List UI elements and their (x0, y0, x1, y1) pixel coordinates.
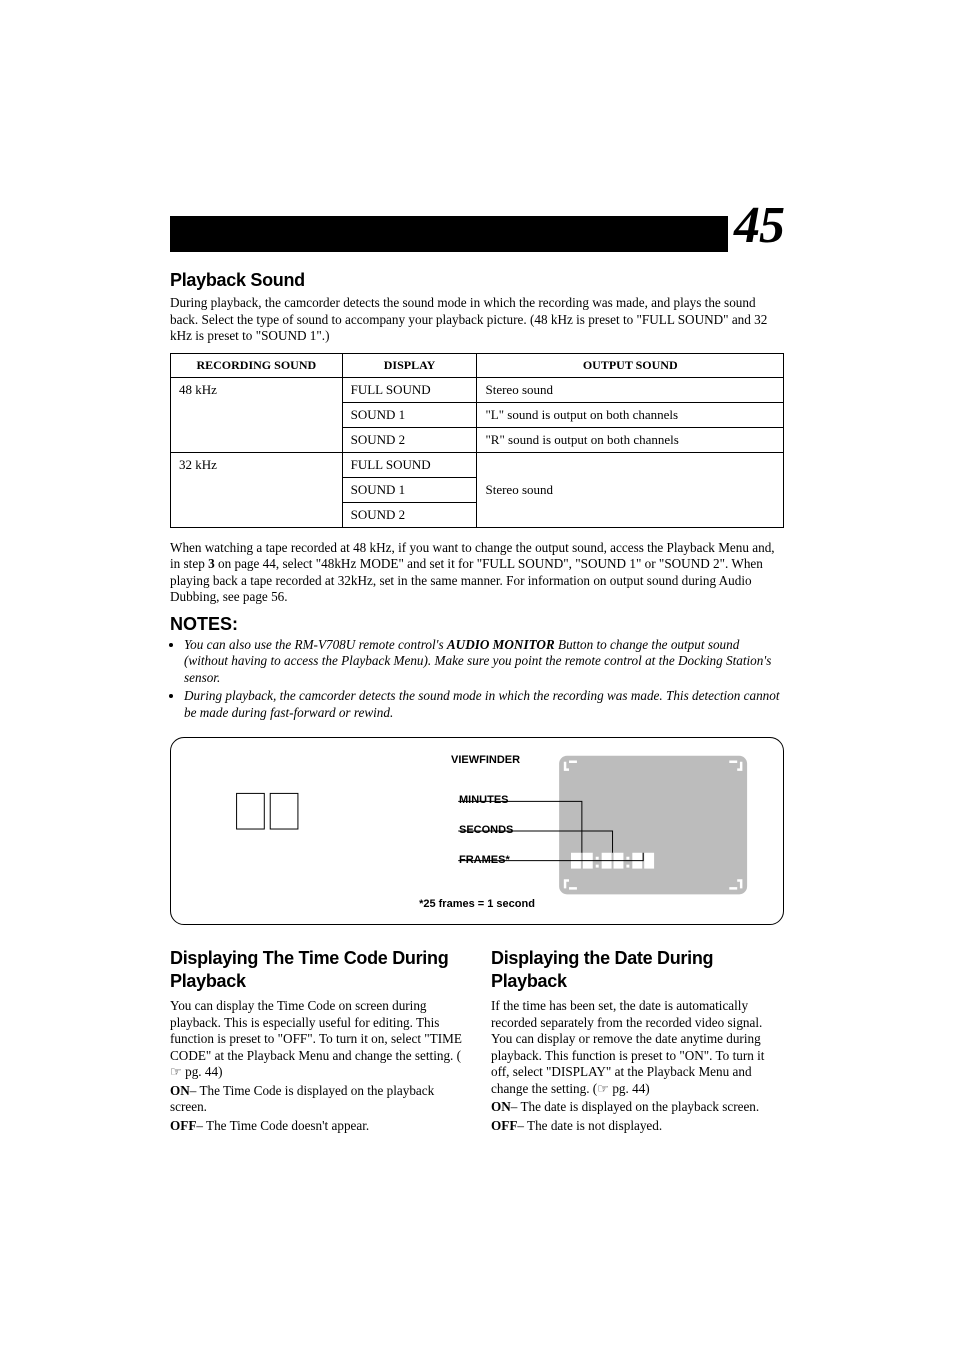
timecode-body-text: You can display the Time Code on screen … (170, 998, 462, 1063)
list-item: You can also use the RM-V708U remote con… (184, 637, 784, 687)
timecode-body: You can display the Time Code on screen … (170, 998, 463, 1081)
list-item: During playback, the camcorder detects t… (184, 688, 784, 721)
cell-output: Stereo sound (477, 377, 784, 402)
table-row: 48 kHz FULL SOUND Stereo sound (171, 377, 784, 402)
timecode-pgref: ☞ pg. 44) (170, 1064, 222, 1079)
date-on-line: ON– The date is displayed on the playbac… (491, 1099, 784, 1116)
viewfinder-figure: VIEWFINDER MINUTES SECONDS FRAMES* *25 f… (170, 737, 784, 925)
table-header-row: RECORDING SOUND DISPLAY OUTPUT SOUND (171, 353, 784, 377)
setting-val: The Time Code doesn't appear. (206, 1118, 369, 1133)
two-column-area: Displaying The Time Code During Playback… (170, 947, 784, 1136)
th-recording: RECORDING SOUND (171, 353, 343, 377)
after-table-step-number: 3 (208, 556, 215, 571)
cell-display: SOUND 1 (342, 402, 477, 427)
timecode-off-line: OFF– The Time Code doesn't appear. (170, 1118, 463, 1135)
cell-output: Stereo sound (477, 452, 784, 527)
cell-output: "R" sound is output on both channels (477, 427, 784, 452)
cell-output: "L" sound is output on both channels (477, 402, 784, 427)
cell-display: SOUND 2 (342, 502, 477, 527)
cell-recording: 32 kHz (171, 452, 343, 527)
setting-key-off: OFF (491, 1118, 517, 1133)
setting-val: The Time Code is displayed on the playba… (170, 1083, 434, 1115)
page-number: 45 (734, 200, 784, 252)
cell-display: FULL SOUND (342, 452, 477, 477)
figure-label-viewfinder: VIEWFINDER (451, 754, 520, 766)
sound-table: RECORDING SOUND DISPLAY OUTPUT SOUND 48 … (170, 353, 784, 528)
th-display: DISPLAY (342, 353, 477, 377)
page: 45 Playback Sound During playback, the c… (0, 0, 954, 1351)
setting-sep: – (196, 1118, 206, 1133)
playback-sound-after-table: When watching a tape recorded at 48 kHz,… (170, 540, 784, 606)
page-header: 45 (170, 200, 784, 252)
th-output: OUTPUT SOUND (477, 353, 784, 377)
column-right: Displaying the Date During Playback If t… (491, 947, 784, 1136)
note-text: During playback, the camcorder detects t… (184, 688, 780, 720)
setting-sep: – (517, 1118, 527, 1133)
figure-label-minutes: MINUTES (459, 794, 509, 806)
timecode-title: Displaying The Time Code During Playback (170, 947, 463, 992)
cell-display: FULL SOUND (342, 377, 477, 402)
figure-label-frames: FRAMES* (459, 854, 510, 866)
setting-sep: – (511, 1099, 521, 1114)
date-title: Displaying the Date During Playback (491, 947, 784, 992)
cell-recording: 48 kHz (171, 377, 343, 452)
header-black-bar (170, 216, 728, 252)
notes-list: You can also use the RM-V708U remote con… (170, 637, 784, 722)
figure-label-seconds: SECONDS (459, 824, 513, 836)
notes-heading: NOTES: (170, 614, 784, 635)
column-left: Displaying The Time Code During Playback… (170, 947, 463, 1136)
timecode-on-line: ON– The Time Code is displayed on the pl… (170, 1083, 463, 1116)
setting-val: The date is displayed on the playback sc… (520, 1099, 759, 1114)
table-row: 32 kHz FULL SOUND Stereo sound (171, 452, 784, 477)
playback-sound-intro: During playback, the camcorder detects t… (170, 295, 784, 345)
setting-val: The date is not displayed. (527, 1118, 662, 1133)
note-bold: AUDIO MONITOR (447, 637, 555, 652)
cell-display: SOUND 1 (342, 477, 477, 502)
setting-key-off: OFF (170, 1118, 196, 1133)
date-pgref: ☞ pg. 44) (597, 1081, 649, 1096)
setting-key-on: ON (170, 1083, 190, 1098)
cell-display: SOUND 2 (342, 427, 477, 452)
date-body: If the time has been set, the date is au… (491, 998, 784, 1097)
note-text: You can also use the RM-V708U remote con… (184, 637, 447, 652)
figure-footnote: *25 frames = 1 second (171, 898, 783, 910)
after-table-part2: on page 44, select "48kHz MODE" and set … (170, 556, 763, 604)
playback-sound-title: Playback Sound (170, 270, 784, 291)
setting-sep: – (190, 1083, 200, 1098)
date-off-line: OFF– The date is not displayed. (491, 1118, 784, 1135)
setting-key-on: ON (491, 1099, 511, 1114)
